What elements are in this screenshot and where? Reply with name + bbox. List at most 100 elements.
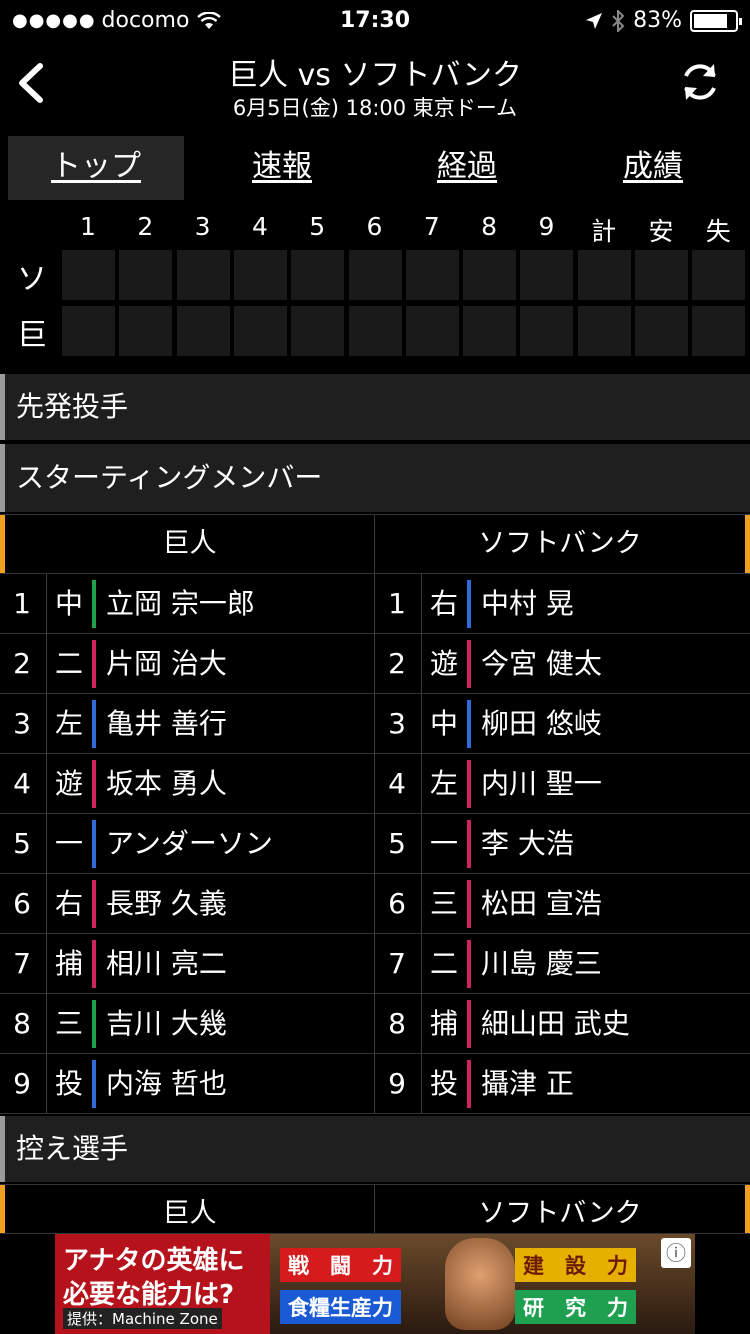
away-player-name[interactable]: 攝津 正	[481, 1054, 574, 1114]
score-cell	[176, 306, 230, 356]
away-player-name[interactable]: 中村 晃	[481, 574, 574, 634]
away-player-name[interactable]: 内川 聖一	[481, 754, 602, 814]
ad-banner[interactable]: アナタの英雄に 必要な能力は? 提供：Machine Zone 戦 闘 力 食糧…	[55, 1234, 695, 1334]
home-team-label: 巨人	[162, 528, 217, 559]
score-cell	[233, 306, 287, 356]
tab-bar: トップ 速報 経過 成績	[8, 136, 750, 200]
score-header-9: 計	[591, 217, 617, 246]
home-position: 中	[54, 587, 83, 620]
score-cell	[405, 250, 459, 300]
score-cell	[62, 306, 115, 356]
divider	[374, 994, 375, 1054]
divider	[374, 574, 375, 634]
home-player-name[interactable]: アンダーソン	[106, 814, 273, 874]
score-cell	[291, 250, 345, 300]
bench-away-label: ソフトバンク	[478, 1198, 642, 1229]
starting-pitchers-header[interactable]: 先発投手	[0, 374, 750, 440]
lineup-row: 3 左亀井 善行 3 中柳田 悠岐	[0, 694, 750, 754]
away-batting-order: 4	[388, 767, 406, 800]
score-cell	[520, 250, 574, 300]
home-handedness-bar	[92, 760, 96, 808]
away-batting-order: 8	[388, 1007, 406, 1040]
home-player-name[interactable]: 坂本 勇人	[106, 754, 227, 814]
home-handedness-bar	[92, 640, 96, 688]
score-header-4: 5	[309, 212, 326, 241]
home-player-name[interactable]: 片岡 治大	[106, 634, 227, 694]
score-cell	[520, 306, 574, 356]
score-cell	[176, 250, 230, 300]
bench-header[interactable]: 控え選手	[0, 1116, 750, 1182]
away-player-name[interactable]: 今宮 健太	[481, 634, 602, 694]
tab-stats[interactable]: 成績	[565, 136, 741, 200]
home-player-name[interactable]: 吉川 大幾	[106, 994, 227, 1054]
ad-image: 戦 闘 力 食糧生産力 建 設 力 研 究 力 ⓘ	[270, 1234, 695, 1334]
score-header-2: 3	[194, 212, 211, 241]
bench-column-header: 巨人 ソフトバンク	[0, 1184, 750, 1234]
away-handedness-bar	[467, 760, 471, 808]
away-handedness-bar	[467, 1000, 471, 1048]
score-header-6: 7	[423, 212, 440, 241]
lineup-row: 7 捕相川 亮二 7 二川島 慶三	[0, 934, 750, 994]
tab-live[interactable]: 速報	[194, 136, 370, 200]
away-player-name[interactable]: 川島 慶三	[481, 934, 602, 994]
ad-info-icon[interactable]: ⓘ	[661, 1238, 691, 1268]
divider	[374, 874, 375, 934]
ad-copy-panel: アナタの英雄に 必要な能力は? 提供：Machine Zone	[55, 1234, 270, 1334]
away-player-name[interactable]: 柳田 悠岐	[481, 694, 602, 754]
tab-progress[interactable]: 経過	[379, 136, 555, 200]
away-handedness-bar	[467, 640, 471, 688]
bench-home-label: 巨人	[162, 1198, 217, 1229]
home-player-name[interactable]: 立岡 宗一郎	[106, 574, 255, 634]
lineup-row: 6 右長野 久義 6 三松田 宣浩	[0, 874, 750, 934]
bluetooth-icon	[612, 9, 625, 32]
divider	[374, 1054, 375, 1114]
divider	[374, 934, 375, 994]
divider	[374, 814, 375, 874]
away-handedness-bar	[467, 700, 471, 748]
away-player-name[interactable]: 李 大浩	[481, 814, 574, 874]
home-player-name[interactable]: 長野 久義	[106, 874, 227, 934]
home-handedness-bar	[92, 700, 96, 748]
home-batting-order: 2	[13, 647, 31, 680]
home-player-name[interactable]: 亀井 善行	[106, 694, 227, 754]
home-handedness-bar	[92, 880, 96, 928]
score-cell	[405, 306, 459, 356]
score-team-0: ソ	[17, 262, 47, 297]
away-batting-order: 5	[388, 827, 406, 860]
tab-top[interactable]: トップ	[8, 136, 184, 200]
away-position: 三	[429, 887, 458, 920]
score-header-5: 6	[366, 212, 383, 241]
home-batting-order: 1	[13, 587, 31, 620]
ad-source: 提供：Machine Zone	[63, 1308, 222, 1329]
away-player-name[interactable]: 松田 宣浩	[481, 874, 602, 934]
score-cell	[233, 250, 287, 300]
score-cell	[291, 306, 345, 356]
away-handedness-bar	[467, 580, 471, 628]
lineup-row: 1 中立岡 宗一郎 1 右中村 晃	[0, 574, 750, 634]
home-batting-order: 4	[13, 767, 31, 800]
score-cell	[692, 306, 746, 356]
battery-icon	[690, 9, 742, 32]
home-player-name[interactable]: 相川 亮二	[106, 934, 227, 994]
home-batting-order: 9	[13, 1067, 31, 1100]
score-header-10: 安	[648, 217, 674, 246]
away-handedness-bar	[467, 820, 471, 868]
home-player-name[interactable]: 内海 哲也	[106, 1054, 227, 1114]
home-position: 捕	[54, 947, 83, 980]
location-arrow-icon	[586, 12, 603, 29]
score-header-1: 2	[137, 212, 154, 241]
score-cell	[348, 250, 402, 300]
away-player-name[interactable]: 細山田 武史	[481, 994, 630, 1054]
score-header-11: 失	[705, 217, 731, 246]
refresh-icon[interactable]	[678, 60, 722, 104]
accent-right	[745, 515, 750, 573]
home-handedness-bar	[92, 1060, 96, 1108]
away-position: 投	[429, 1067, 458, 1100]
score-cell	[119, 250, 173, 300]
starting-members-header[interactable]: スターティングメンバー	[0, 444, 750, 512]
divider	[374, 754, 375, 814]
lineup-row: 8 三吉川 大幾 8 捕細山田 武史	[0, 994, 750, 1054]
home-batting-order: 3	[13, 707, 31, 740]
home-handedness-bar	[92, 1000, 96, 1048]
score-cell	[692, 250, 746, 300]
